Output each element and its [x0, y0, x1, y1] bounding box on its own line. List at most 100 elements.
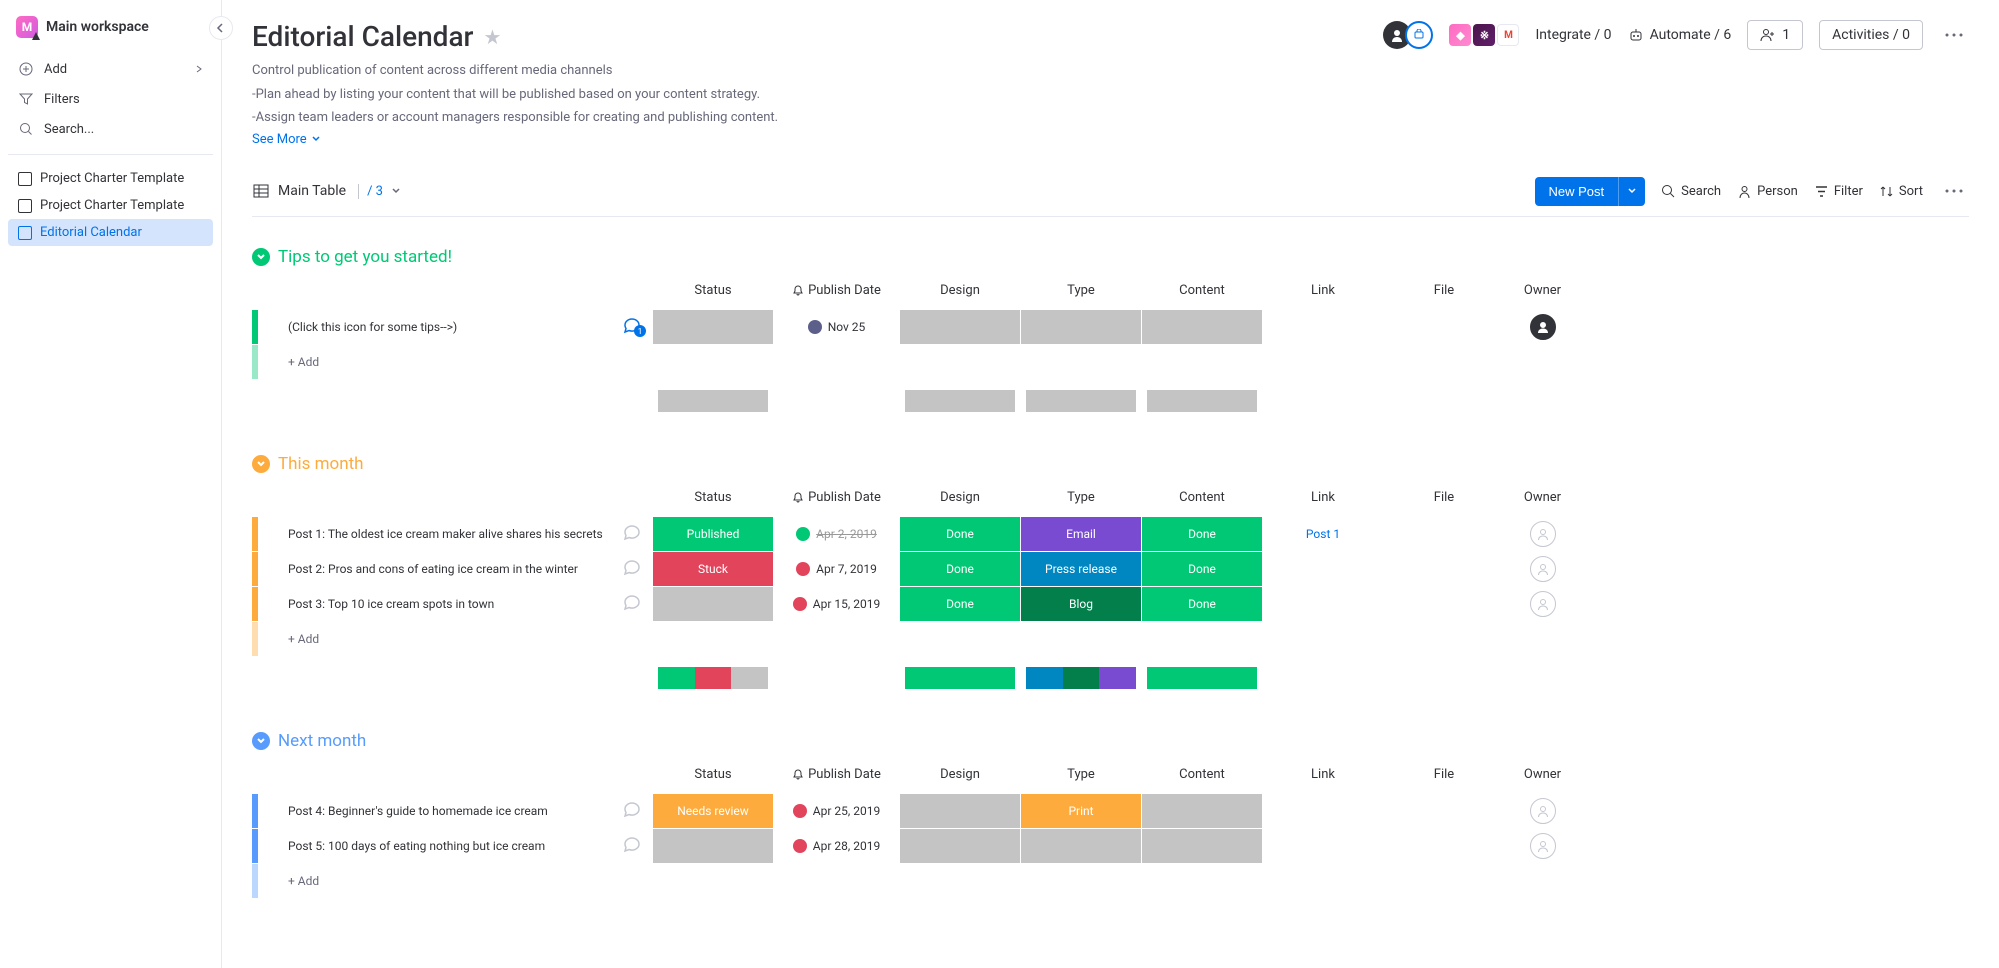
col-header[interactable]: File	[1384, 273, 1504, 309]
file-cell[interactable]	[1384, 517, 1504, 551]
owner-avatar[interactable]	[1530, 556, 1556, 582]
link-cell[interactable]: Post 1	[1263, 517, 1383, 551]
see-more-link[interactable]: See More	[252, 132, 321, 147]
add-row[interactable]: + Add	[252, 345, 652, 379]
col-header[interactable]: File	[1384, 480, 1504, 516]
row-name-cell[interactable]: Post 1: The oldest ice cream maker alive…	[252, 517, 652, 551]
link-cell[interactable]	[1263, 552, 1383, 586]
conversation-icon[interactable]	[622, 557, 642, 577]
col-header[interactable]: Owner	[1505, 273, 1580, 309]
content-cell[interactable]: Done	[1142, 517, 1262, 551]
col-header[interactable]: Design	[900, 480, 1020, 516]
status-cell[interactable]	[653, 310, 773, 344]
col-header[interactable]: Design	[900, 273, 1020, 309]
type-cell[interactable]: Email	[1021, 517, 1141, 551]
col-header[interactable]: Content	[1142, 757, 1262, 793]
date-cell[interactable]: Apr 25, 2019	[774, 794, 899, 828]
link-cell[interactable]	[1263, 587, 1383, 621]
content-cell[interactable]	[1142, 829, 1262, 863]
file-cell[interactable]	[1384, 552, 1504, 586]
status-cell[interactable]	[653, 587, 773, 621]
owner-avatar[interactable]	[1530, 798, 1556, 824]
conversation-icon[interactable]: 1	[622, 315, 642, 335]
type-cell[interactable]	[1021, 829, 1141, 863]
group-toggle[interactable]	[252, 455, 270, 473]
design-cell[interactable]	[900, 310, 1020, 344]
row-name-cell[interactable]: Post 4: Beginner's guide to homemade ice…	[252, 794, 652, 828]
content-cell[interactable]: Done	[1142, 552, 1262, 586]
content-cell[interactable]	[1142, 310, 1262, 344]
design-cell[interactable]	[900, 794, 1020, 828]
owner-avatar[interactable]	[1530, 314, 1556, 340]
owner-cell[interactable]	[1505, 829, 1580, 863]
link-text[interactable]: Post 1	[1306, 527, 1340, 541]
file-cell[interactable]	[1384, 587, 1504, 621]
add-row[interactable]: + Add	[252, 864, 652, 898]
file-cell[interactable]	[1384, 794, 1504, 828]
sort-action[interactable]: Sort	[1879, 184, 1923, 199]
sidebar-add[interactable]: Add	[8, 54, 213, 84]
type-cell[interactable]: Press release	[1021, 552, 1141, 586]
owner-cell[interactable]	[1505, 794, 1580, 828]
conversation-icon[interactable]	[622, 834, 642, 854]
status-cell[interactable]: Needs review	[653, 794, 773, 828]
owner-cell[interactable]	[1505, 517, 1580, 551]
col-header[interactable]: Link	[1263, 757, 1383, 793]
design-cell[interactable]: Done	[900, 517, 1020, 551]
group-title[interactable]: Tips to get you started!	[278, 247, 452, 267]
toolbar-more-menu[interactable]	[1939, 183, 1969, 199]
design-cell[interactable]: Done	[900, 552, 1020, 586]
view-name[interactable]: Main Table	[278, 183, 346, 199]
sidebar-search[interactable]: Search...	[8, 114, 213, 144]
date-cell[interactable]: Apr 2, 2019	[774, 517, 899, 551]
conversation-icon[interactable]	[622, 799, 642, 819]
type-cell[interactable]	[1021, 310, 1141, 344]
owner-avatar[interactable]	[1530, 591, 1556, 617]
file-cell[interactable]	[1384, 310, 1504, 344]
row-name-cell[interactable]: Post 5: 100 days of eating nothing but i…	[252, 829, 652, 863]
design-cell[interactable]: Done	[900, 587, 1020, 621]
col-header[interactable]: Link	[1263, 480, 1383, 516]
sidebar-board-item[interactable]: Project Charter Template	[8, 165, 213, 192]
col-header[interactable]: Status	[653, 757, 773, 793]
owner-avatar[interactable]	[1530, 521, 1556, 547]
date-cell[interactable]: Apr 7, 2019	[774, 552, 899, 586]
content-cell[interactable]	[1142, 794, 1262, 828]
type-cell[interactable]: Print	[1021, 794, 1141, 828]
col-header[interactable]: Link	[1263, 273, 1383, 309]
owner-avatar[interactable]	[1530, 833, 1556, 859]
col-header[interactable]: Design	[900, 757, 1020, 793]
conversation-icon[interactable]	[622, 522, 642, 542]
date-cell[interactable]: Nov 25	[774, 310, 899, 344]
col-header[interactable]: Owner	[1505, 757, 1580, 793]
sidebar-board-item[interactable]: Project Charter Template	[8, 192, 213, 219]
col-header[interactable]: Publish Date	[774, 480, 899, 516]
col-header[interactable]: Type	[1021, 273, 1141, 309]
star-icon[interactable]: ★	[483, 25, 501, 49]
owner-cell[interactable]	[1505, 552, 1580, 586]
owner-cell[interactable]	[1505, 587, 1580, 621]
row-name-cell[interactable]: (Click this icon for some tips-->)1	[252, 310, 652, 344]
col-header[interactable]: Publish Date	[774, 273, 899, 309]
row-name-cell[interactable]: Post 3: Top 10 ice cream spots in town	[252, 587, 652, 621]
collapse-sidebar-button[interactable]	[209, 16, 233, 40]
group-toggle[interactable]	[252, 248, 270, 266]
date-cell[interactable]: Apr 28, 2019	[774, 829, 899, 863]
more-menu[interactable]	[1939, 27, 1969, 43]
status-cell[interactable]	[653, 829, 773, 863]
group-title[interactable]: Next month	[278, 731, 366, 751]
sidebar-filters[interactable]: Filters	[8, 84, 213, 114]
content-cell[interactable]: Done	[1142, 587, 1262, 621]
workspace-header[interactable]: M Main workspace	[8, 12, 213, 42]
row-name-cell[interactable]: Post 2: Pros and cons of eating ice crea…	[252, 552, 652, 586]
design-cell[interactable]	[900, 829, 1020, 863]
col-header[interactable]: Publish Date	[774, 757, 899, 793]
type-cell[interactable]: Blog	[1021, 587, 1141, 621]
file-cell[interactable]	[1384, 829, 1504, 863]
col-header[interactable]: Status	[653, 273, 773, 309]
status-cell[interactable]: Stuck	[653, 552, 773, 586]
person-action[interactable]: Person	[1737, 184, 1798, 199]
col-header[interactable]: File	[1384, 757, 1504, 793]
integrate-button[interactable]: Integrate / 0	[1535, 27, 1611, 43]
col-header[interactable]: Type	[1021, 480, 1141, 516]
